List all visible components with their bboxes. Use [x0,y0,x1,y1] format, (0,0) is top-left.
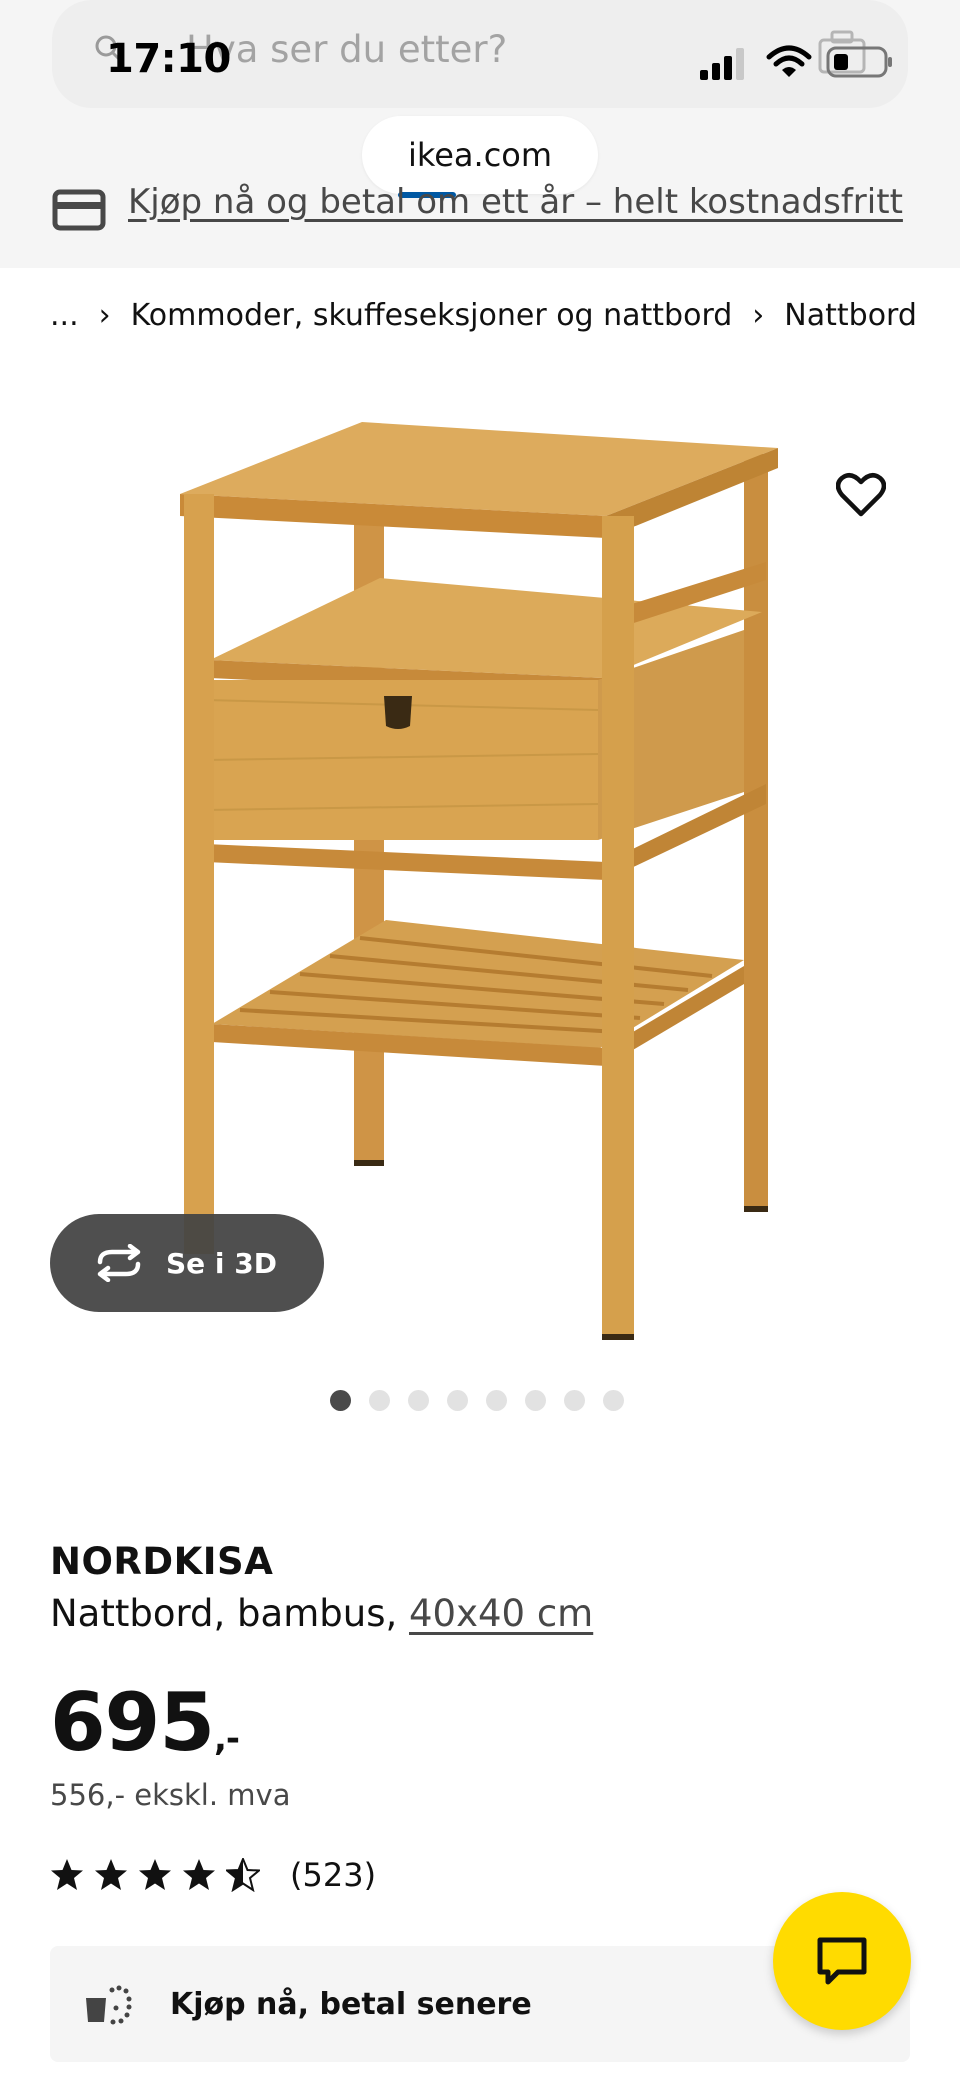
cellular-signal-icon [700,48,744,80]
carousel-dot[interactable] [369,1390,390,1411]
pay-later-label: Kjøp nå, betal senere [170,1986,532,2022]
view-3d-button[interactable]: Se i 3D [50,1214,324,1312]
drawer-handle-cutout [384,696,412,729]
price-value: 695 [50,1676,215,1769]
carousel-dot[interactable] [447,1390,468,1411]
breadcrumb-item-nightstands[interactable]: Nattbord [784,298,917,333]
star-filled-icon [95,1859,127,1890]
breadcrumb-item-dressers[interactable]: Kommoder, skuffeseksjoner og nattbord [131,298,733,333]
star-filled-icon [139,1859,171,1890]
chat-button[interactable] [773,1892,911,2030]
breadcrumb: ... › Kommoder, skuffeseksjoner og nattb… [50,298,917,333]
price-ex-vat: 556,- ekskl. mva [50,1778,291,1812]
url-text: ikea.com [407,136,553,174]
carousel-dot[interactable] [486,1390,507,1411]
product-size-link[interactable]: 40x40 cm [409,1592,593,1635]
promo-link[interactable]: Kjøp nå og betal om ett år – helt kostna… [128,182,903,222]
product-type: Nattbord, bambus, [50,1592,409,1635]
front-left-leg [184,494,214,1254]
image-carousel-indicator [330,1390,624,1411]
credit-card-icon [52,189,106,231]
product-rating[interactable]: (523) [50,1856,376,1894]
browser-header: Hva ser du etter? 17:10 ikea.com Kjøp nå… [0,0,960,268]
price-suffix: ,- [214,1719,240,1759]
search-input-placeholder[interactable]: Hva ser du etter? [186,28,507,71]
wifi-icon [766,45,812,77]
shopping-bag-icon [86,1985,132,2025]
drawer-rail-lower [206,844,606,880]
product-description: Nattbord, bambus, 40x40 cm [50,1592,593,1635]
front-right-leg [602,516,634,1340]
chat-bubble-icon [817,1937,867,1985]
star-filled-icon [51,1859,83,1890]
product-price: 695,- [50,1676,240,1769]
star-filled-icon [183,1859,215,1890]
carousel-dot[interactable] [603,1390,624,1411]
product-name: NORDKISA [50,1540,274,1583]
star-half-icon [226,1858,260,1892]
review-count: (523) [290,1856,377,1894]
chevron-right-icon: › [752,298,765,333]
battery-icon [826,46,892,78]
chevron-right-icon: › [98,298,111,333]
carousel-dot[interactable] [525,1390,546,1411]
status-time: 17:10 [106,36,231,82]
view-3d-label: Se i 3D [166,1246,277,1280]
carousel-dot[interactable] [330,1390,351,1411]
carousel-dot[interactable] [408,1390,429,1411]
carousel-dot[interactable] [564,1390,585,1411]
breadcrumb-ellipsis[interactable]: ... [50,298,79,333]
rotate-3d-icon [97,1244,141,1282]
heart-icon[interactable] [836,472,886,518]
